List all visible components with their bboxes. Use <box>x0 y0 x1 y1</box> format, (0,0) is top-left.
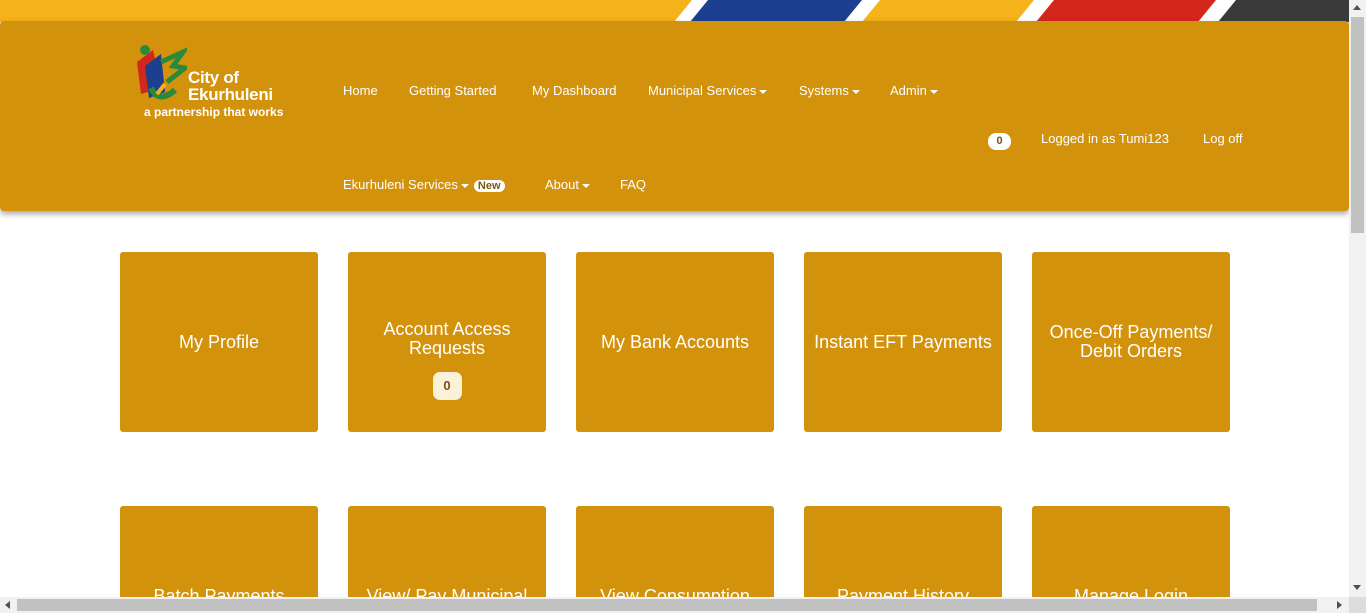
nav-about-label: About <box>545 177 579 192</box>
nav-ekurhuleni-services-dropdown[interactable]: Ekurhuleni Services New <box>343 177 505 192</box>
nav-systems-dropdown[interactable]: Systems <box>799 83 860 98</box>
nav-municipal-services-dropdown[interactable]: Municipal Services <box>648 83 768 98</box>
nav-about-dropdown[interactable]: About <box>545 177 590 192</box>
scroll-down-icon[interactable] <box>1353 585 1361 590</box>
tile-label: My Profile <box>178 331 259 352</box>
caret-down-icon <box>929 89 938 94</box>
logged-in-user[interactable]: Logged in as Tumi123 <box>1041 131 1169 146</box>
nav-getting-started[interactable]: Getting Started <box>409 83 496 98</box>
vertical-scroll-thumb[interactable] <box>1351 17 1364 233</box>
logo-name-line1: City of <box>188 68 239 87</box>
scroll-up-icon[interactable] <box>1353 5 1361 10</box>
tile-label: Once-Off Payments/ Debit Orders <box>1049 322 1213 361</box>
scrollbar-corner <box>1349 597 1366 613</box>
horizontal-scroll-thumb[interactable] <box>17 599 1317 611</box>
tile-instant-eft-payments[interactable]: Instant EFT Payments <box>804 252 1002 432</box>
nav-ekurhuleni-services-label: Ekurhuleni Services <box>343 177 458 192</box>
caret-down-icon <box>759 89 768 94</box>
tile-my-bank-accounts[interactable]: My Bank Accounts <box>576 252 774 432</box>
new-badge: New <box>473 179 505 192</box>
city-logo[interactable]: City of Ekurhuleni a partnership that wo… <box>131 44 301 124</box>
logo-name-line2: Ekurhuleni <box>188 85 273 104</box>
nav-systems-label: Systems <box>799 83 849 98</box>
nav-home[interactable]: Home <box>343 83 378 98</box>
vertical-scrollbar[interactable] <box>1349 0 1366 597</box>
scroll-right-icon[interactable] <box>1337 601 1342 609</box>
tile-my-profile[interactable]: My Profile <box>120 252 318 432</box>
nav-my-dashboard[interactable]: My Dashboard <box>532 83 617 98</box>
notification-count-badge[interactable]: 0 <box>988 133 1011 150</box>
scroll-left-icon[interactable] <box>5 601 10 609</box>
ekurhuleni-emblem-icon <box>137 45 187 100</box>
nav-municipal-services-label: Municipal Services <box>648 83 757 98</box>
tile-account-access-requests[interactable]: Account Access Requests 0 <box>348 252 546 432</box>
nav-faq[interactable]: FAQ <box>620 177 646 192</box>
nav-admin-dropdown[interactable]: Admin <box>890 83 938 98</box>
nav-admin-label: Admin <box>890 83 927 98</box>
tile-count-badge: 0 <box>432 372 462 400</box>
brand-color-stripe <box>0 0 1349 22</box>
brand-stripe-graphic <box>0 0 1349 22</box>
tile-label: Instant EFT Payments <box>814 331 992 352</box>
site-header: City of Ekurhuleni a partnership that wo… <box>0 21 1349 211</box>
caret-down-icon <box>581 183 590 188</box>
logo-tagline: a partnership that works <box>144 105 284 119</box>
tile-label: Account Access Requests <box>383 319 511 358</box>
horizontal-scrollbar[interactable] <box>0 597 1366 613</box>
log-off-link[interactable]: Log off <box>1203 131 1243 146</box>
tile-label: My Bank Accounts <box>600 331 750 352</box>
logo-name: City of Ekurhuleni <box>188 69 273 103</box>
caret-down-icon <box>460 183 469 188</box>
caret-down-icon <box>851 89 860 94</box>
tile-once-off-payments-debit-orders[interactable]: Once-Off Payments/ Debit Orders <box>1032 252 1230 432</box>
